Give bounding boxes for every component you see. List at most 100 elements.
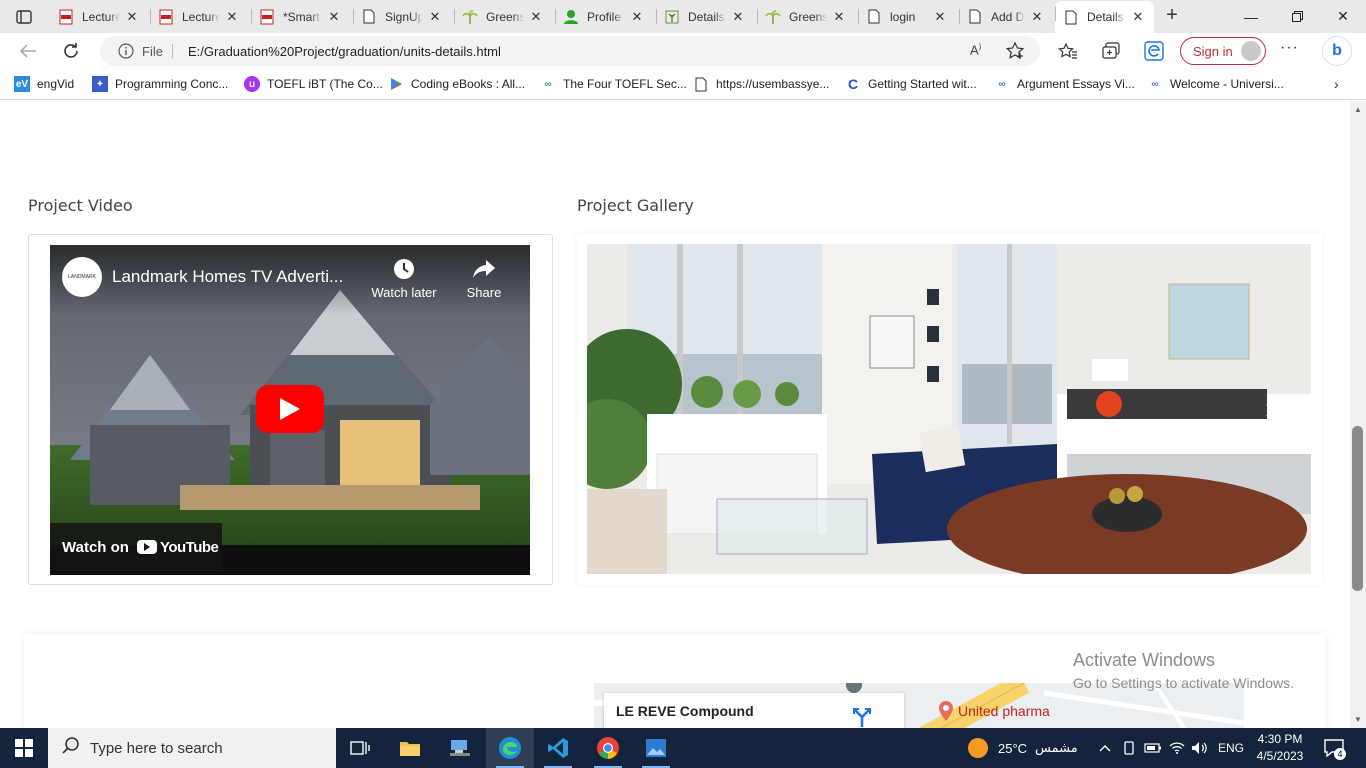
- notification-center-icon[interactable]: 4: [1322, 736, 1346, 760]
- favorite-link[interactable]: Coding eBooks : All...: [388, 76, 525, 92]
- tab-actions-icon[interactable]: [10, 6, 38, 28]
- bing-chat-icon[interactable]: b: [1322, 36, 1352, 66]
- sun-icon: [968, 738, 988, 758]
- address-bar[interactable]: File E:/Graduation%20Project/graduation/…: [100, 36, 1040, 66]
- refresh-icon[interactable]: [58, 38, 84, 64]
- tab-close-icon[interactable]: ✕: [224, 9, 240, 25]
- volume-icon[interactable]: [1190, 728, 1208, 768]
- taskbar-search-box[interactable]: Type here to search: [48, 728, 336, 768]
- tab-close-icon[interactable]: ✕: [1130, 9, 1146, 25]
- tab-title: Lecture: [182, 9, 220, 24]
- close-window-button[interactable]: ✕: [1320, 0, 1366, 33]
- weather-widget[interactable]: 25°C مشمس: [968, 728, 1078, 768]
- device-icon[interactable]: [1120, 728, 1138, 768]
- favorite-link[interactable]: ✦ Programming Conc...: [92, 76, 228, 92]
- vscode-icon[interactable]: [534, 728, 582, 768]
- favorite-link[interactable]: ∞ The Four TOEFL Sec...: [540, 76, 686, 92]
- favorite-link[interactable]: C Getting Started wit...: [845, 76, 977, 92]
- add-favorite-star-icon[interactable]: [1005, 41, 1025, 64]
- favorite-link[interactable]: ∞ Welcome - Universi...: [1147, 76, 1283, 92]
- sign-in-label: Sign in: [1193, 43, 1233, 59]
- tab-close-icon[interactable]: ✕: [1029, 9, 1045, 25]
- browser-tab[interactable]: Add D ✕: [959, 4, 1053, 29]
- tab-close-icon[interactable]: ✕: [427, 9, 443, 25]
- input-language[interactable]: ENG: [1214, 728, 1248, 768]
- scroll-down-icon[interactable]: ▼: [1354, 715, 1362, 724]
- windows-start-icon[interactable]: [0, 728, 48, 768]
- gallery-slide-image[interactable]: ›: [587, 244, 1311, 574]
- page-viewport: Project Video Project Gallery LANDMARK L…: [0, 101, 1350, 728]
- play-icon: [280, 398, 300, 420]
- edge-browser-icon[interactable]: [486, 728, 534, 768]
- sign-in-button[interactable]: Sign in: [1180, 37, 1266, 65]
- map-place-card[interactable]: LE REVE Compound: [604, 693, 904, 728]
- file-icon: [1063, 9, 1079, 25]
- share-button[interactable]: Share: [449, 257, 519, 300]
- edge-extension-icon[interactable]: [1142, 40, 1166, 62]
- favorite-link[interactable]: ∞ Argument Essays Vi...: [994, 76, 1134, 92]
- browser-tab[interactable]: Lecture ✕: [50, 4, 148, 29]
- project-gallery-heading: Project Gallery: [577, 196, 694, 215]
- share-arrow-icon: [449, 257, 519, 281]
- back-arrow-icon[interactable]: [15, 38, 41, 64]
- task-view-icon[interactable]: [336, 728, 384, 768]
- activate-windows-watermark: Activate Windows Go to Settings to activ…: [1073, 650, 1294, 691]
- chevron-up-icon[interactable]: [1096, 728, 1114, 768]
- url-text[interactable]: E:/Graduation%20Project/graduation/units…: [188, 44, 501, 59]
- tab-title: Profile: [587, 9, 622, 24]
- tab-close-icon[interactable]: ✕: [629, 9, 645, 25]
- youtube-embed[interactable]: LANDMARK Landmark Homes TV Adverti... Wa…: [50, 245, 530, 575]
- map-pin-icon: [939, 701, 953, 721]
- browser-tab[interactable]: *Smart ✕: [251, 4, 350, 29]
- tab-close-icon[interactable]: ✕: [326, 9, 342, 25]
- directions-icon[interactable]: [850, 705, 874, 728]
- info-icon[interactable]: [118, 43, 134, 62]
- taskbar-clock[interactable]: 4:30 PM 4/5/2023: [1250, 731, 1310, 765]
- browser-tab[interactable]: Details ✕: [656, 4, 754, 29]
- browser-tab[interactable]: login ✕: [858, 4, 956, 29]
- chevron-right-icon[interactable]: ›: [1334, 76, 1339, 92]
- chrome-icon[interactable]: [584, 728, 632, 768]
- channel-logo[interactable]: LANDMARK: [62, 257, 102, 297]
- map-place-name: LE REVE Compound: [616, 703, 754, 719]
- page-scrollbar[interactable]: ▲ ▼: [1350, 101, 1366, 728]
- profile-avatar-icon: [1241, 41, 1261, 61]
- new-tab-button[interactable]: +: [1160, 5, 1184, 27]
- read-aloud-icon[interactable]: A): [970, 42, 981, 57]
- favorite-link[interactable]: https://usembassye...: [693, 76, 829, 92]
- collections-icon[interactable]: [1099, 40, 1123, 62]
- file-explorer-icon[interactable]: [386, 728, 434, 768]
- browser-tab[interactable]: Greens ✕: [454, 4, 552, 29]
- browser-tab-active[interactable]: Details ✕: [1055, 1, 1154, 33]
- watch-on-youtube-button[interactable]: Watch on YouTube: [50, 523, 222, 571]
- favorite-link[interactable]: eV engVid: [14, 76, 74, 92]
- network-app-icon[interactable]: [436, 728, 484, 768]
- pdf-icon: [58, 9, 74, 25]
- video-title[interactable]: Landmark Homes TV Adverti...: [112, 267, 343, 287]
- photos-app-icon[interactable]: [632, 728, 680, 768]
- browser-tab[interactable]: SignUp ✕: [353, 4, 451, 29]
- restore-button[interactable]: [1274, 0, 1320, 33]
- favorites-icon[interactable]: [1056, 40, 1080, 62]
- chevron-right-icon[interactable]: ›: [1255, 389, 1285, 429]
- browser-tab[interactable]: Profile ✕: [555, 4, 653, 29]
- url-scheme-label: File: [142, 44, 163, 59]
- scrollbar-thumb[interactable]: [1352, 426, 1363, 591]
- browser-tab[interactable]: Greens ✕: [757, 4, 855, 29]
- scroll-up-icon[interactable]: ▲: [1354, 105, 1362, 114]
- minimize-button[interactable]: —: [1228, 0, 1274, 33]
- battery-icon[interactable]: [1144, 728, 1162, 768]
- youtube-play-button[interactable]: [256, 385, 324, 433]
- tab-close-icon[interactable]: ✕: [528, 9, 544, 25]
- wifi-icon[interactable]: [1168, 728, 1186, 768]
- tab-close-icon[interactable]: ✕: [831, 9, 847, 25]
- favorite-link[interactable]: u TOEFL iBT (The Co...: [244, 76, 383, 92]
- browser-tab[interactable]: Lecture ✕: [150, 4, 248, 29]
- map-poi[interactable]: United pharma: [938, 701, 1050, 721]
- tab-close-icon[interactable]: ✕: [124, 9, 140, 25]
- more-options-icon[interactable]: ···: [1280, 39, 1299, 57]
- tab-close-icon[interactable]: ✕: [932, 9, 948, 25]
- watch-later-button[interactable]: Watch later: [369, 257, 439, 300]
- tab-title: Details: [688, 9, 725, 24]
- tab-close-icon[interactable]: ✕: [730, 9, 746, 25]
